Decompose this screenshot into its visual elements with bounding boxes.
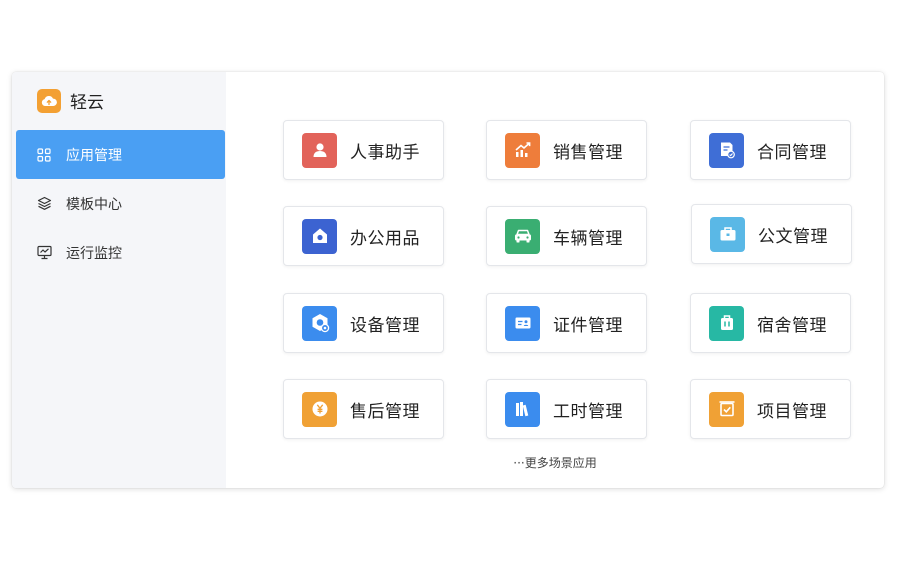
sidebar-nav: 应用管理 模板中心 运行监控 (16, 130, 225, 277)
app-card-project-management[interactable]: 项目管理 (690, 379, 851, 439)
monitor-icon (36, 245, 52, 261)
app-card-sales-management[interactable]: 销售管理 (486, 120, 647, 180)
app-card-vehicle-management[interactable]: 车辆管理 (486, 206, 647, 266)
app-card-certificate-management[interactable]: 证件管理 (486, 293, 647, 353)
app-card-contract-management[interactable]: 合同管理 (690, 120, 851, 180)
sidebar: 轻云 应用管理 模板中心 运行监控 (12, 72, 226, 488)
app-card-label: 办公用品 (350, 228, 420, 249)
app-card-label: 售后管理 (350, 401, 420, 422)
app-card-label: 合同管理 (757, 142, 827, 163)
brand: 轻云 (37, 88, 104, 113)
sidebar-item-run-monitor[interactable]: 运行监控 (16, 228, 225, 277)
yen-coin-icon (302, 391, 337, 427)
car-icon (505, 218, 540, 254)
app-grid: 人事助手 销售管理 合同管理 办公用品 车辆管理 公文管理 设备管理 证件管理 … (226, 72, 884, 488)
contract-icon (709, 132, 744, 168)
briefcase-icon (710, 216, 745, 252)
app-card-document-management[interactable]: 公文管理 (691, 204, 852, 264)
app-card-label: 车辆管理 (553, 228, 623, 249)
sidebar-item-label: 模板中心 (66, 196, 122, 213)
app-card-office-supplies[interactable]: 办公用品 (283, 206, 444, 266)
books-icon (505, 391, 540, 427)
app-card-label: 设备管理 (350, 315, 420, 336)
house-icon (302, 218, 337, 254)
trend-chart-icon (505, 132, 540, 168)
id-card-icon (505, 305, 540, 341)
app-card-label: 工时管理 (553, 401, 623, 422)
sidebar-item-template-center[interactable]: 模板中心 (16, 179, 225, 228)
sidebar-item-label: 运行监控 (66, 245, 122, 262)
app-card-label: 销售管理 (553, 142, 623, 163)
app-card-after-sales-management[interactable]: 售后管理 (283, 379, 444, 439)
device-icon (302, 305, 337, 341)
app-card-hr-assistant[interactable]: 人事助手 (283, 120, 444, 180)
app-card-label: 公文管理 (758, 226, 828, 247)
sidebar-item-app-management[interactable]: 应用管理 (16, 130, 225, 179)
app-card-label: 宿舍管理 (757, 315, 827, 336)
brand-name: 轻云 (70, 93, 104, 113)
app-card-work-hours-management[interactable]: 工时管理 (486, 379, 647, 439)
app-card-label: 项目管理 (757, 401, 827, 422)
more-apps-link[interactable]: ···更多场景应用 (226, 454, 884, 471)
layers-icon (36, 196, 52, 212)
sidebar-item-label: 应用管理 (66, 147, 122, 164)
app-window: 轻云 应用管理 模板中心 运行监控 人事助手 销售管理 合同管理 办公用品 车辆… (12, 72, 884, 488)
app-card-label: 证件管理 (553, 315, 623, 336)
person-icon (302, 132, 337, 168)
app-card-dormitory-management[interactable]: 宿舍管理 (690, 293, 851, 353)
cloud-icon (37, 88, 61, 113)
app-card-label: 人事助手 (350, 142, 420, 163)
dormitory-icon (709, 305, 744, 341)
app-card-equipment-management[interactable]: 设备管理 (283, 293, 444, 353)
grid-icon (36, 147, 52, 163)
project-check-icon (709, 391, 744, 427)
